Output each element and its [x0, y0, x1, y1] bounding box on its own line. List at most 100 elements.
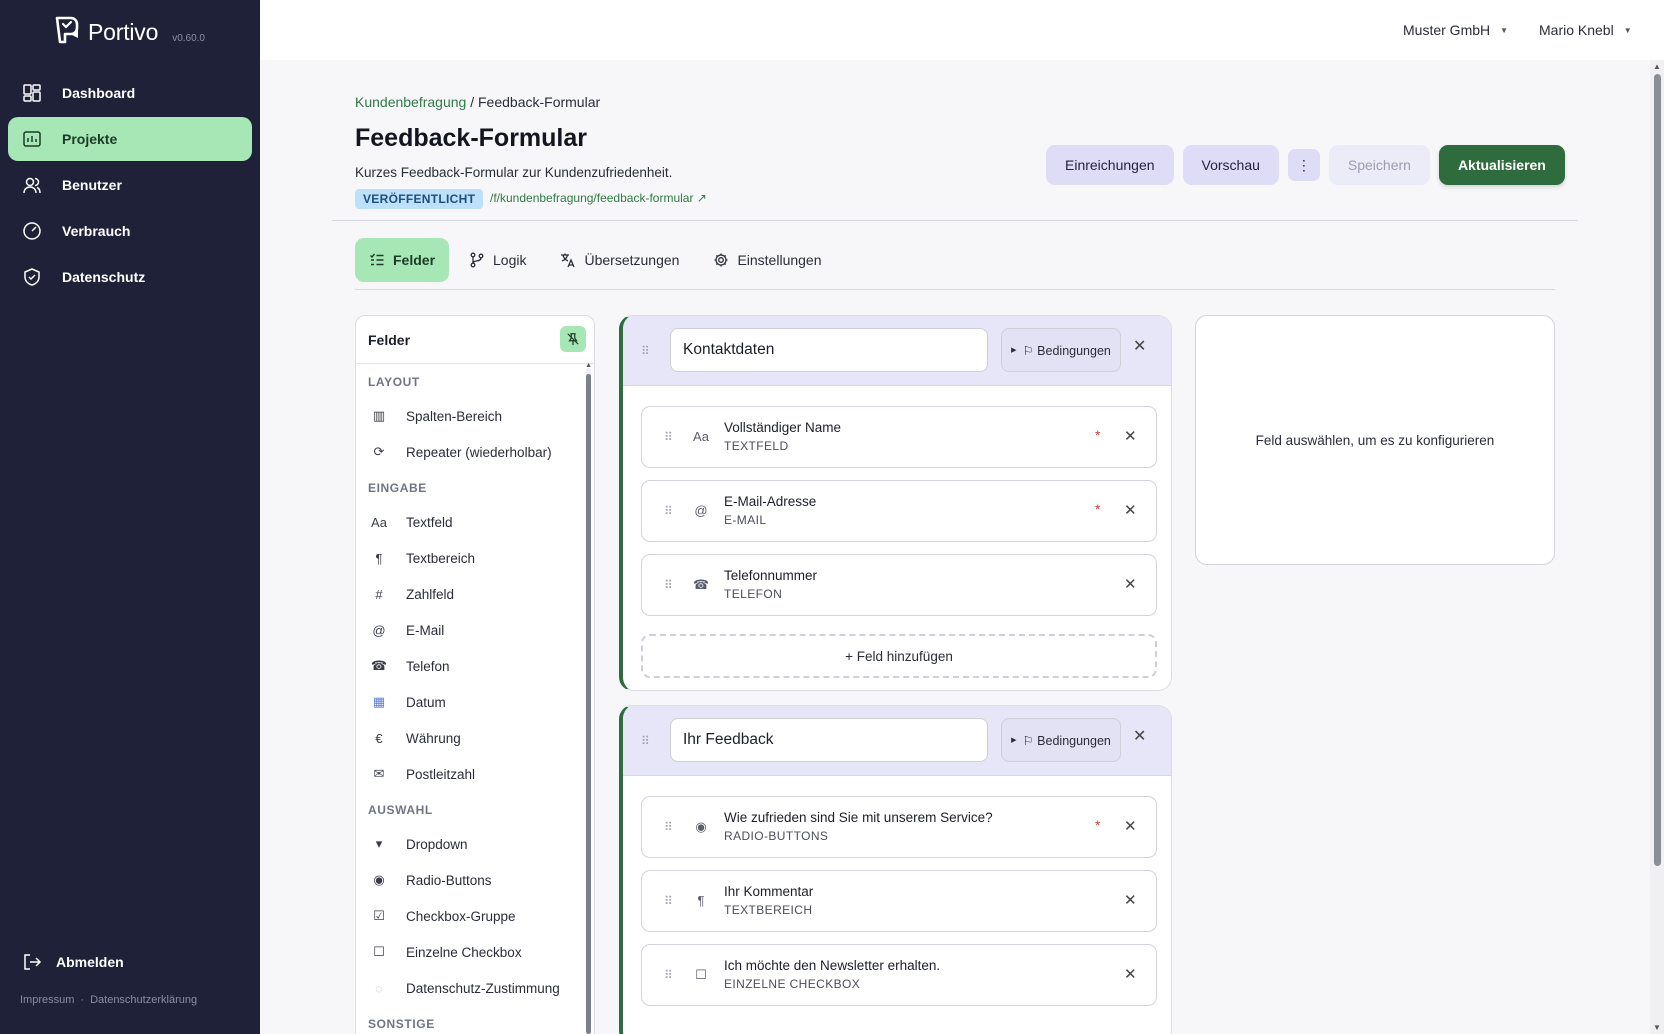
drag-handle-icon[interactable]: ⠿	[664, 895, 673, 907]
palette-header: Felder	[356, 316, 594, 364]
drag-handle-icon[interactable]: ⠿	[641, 345, 650, 357]
config-empty-text: Feld auswählen, um es zu konfigurieren	[1255, 432, 1495, 448]
field-card[interactable]: ⠿ ☎ Telefonnummer TELEFON ✕	[641, 554, 1157, 616]
scroll-down-icon[interactable]: ▼	[1653, 1023, 1661, 1032]
palette-item-postal[interactable]: ✉ Postleitzahl	[356, 756, 584, 792]
palette-group-layout: LAYOUT	[368, 375, 420, 389]
impressum-link[interactable]: Impressum	[20, 994, 74, 1006]
consent-icon: ◌	[375, 980, 383, 996]
palette-item-email[interactable]: @ E-Mail	[356, 612, 584, 648]
save-button[interactable]: Speichern	[1328, 145, 1430, 185]
organization-menu[interactable]: Muster GmbH ▼	[1403, 22, 1508, 38]
remove-section-icon[interactable]: ✕	[1133, 336, 1146, 356]
palette-scrollbar-thumb[interactable]	[586, 374, 591, 1034]
submissions-button[interactable]: Einreichungen	[1046, 145, 1174, 185]
required-marker: *	[1095, 501, 1101, 517]
tab-fields[interactable]: Felder	[355, 238, 450, 282]
tab-label: Übersetzungen	[584, 252, 680, 268]
palette-item-consent[interactable]: ◌ Datenschutz-Zustimmung	[356, 970, 584, 1006]
expand-icon: ▶	[1011, 737, 1017, 744]
checkbox-icon: ☐	[695, 967, 707, 982]
tab-logic[interactable]: Logik	[455, 238, 540, 282]
preview-button[interactable]: Vorschau	[1182, 145, 1279, 185]
main-content: Kundenbefragung / Feedback-Formular Feed…	[260, 60, 1650, 1034]
field-label: Ihr Kommentar	[724, 884, 814, 899]
sidebar-item-privacy[interactable]: Datenschutz	[8, 255, 252, 299]
drag-handle-icon[interactable]: ⠿	[664, 821, 673, 833]
drag-handle-icon[interactable]: ⠿	[664, 579, 673, 591]
palette-item-number[interactable]: # Zahlfeld	[356, 576, 584, 612]
field-config-panel: Feld auswählen, um es zu konfigurieren	[1195, 315, 1555, 565]
palette-item-label: Radio-Buttons	[406, 872, 492, 888]
palette-item-repeater[interactable]: ⟳ Repeater (wiederholbar)	[356, 434, 584, 470]
update-button[interactable]: Aktualisieren	[1438, 145, 1565, 185]
form-url-link[interactable]: /f/kundenbefragung/feedback-formular ↗	[490, 191, 707, 205]
breadcrumb-separator: /	[470, 94, 475, 110]
palette-item-label: E-Mail	[406, 622, 445, 638]
sidebar-item-usage[interactable]: Verbrauch	[8, 209, 252, 253]
required-marker: *	[1095, 427, 1101, 443]
checkbox-icon: ☐	[373, 944, 385, 959]
palette-scrollbar[interactable]	[586, 368, 591, 1034]
field-card[interactable]: ⠿ ¶ Ihr Kommentar TEXTBEREICH ✕	[641, 870, 1157, 932]
unpin-button[interactable]	[560, 326, 586, 352]
palette-item-textfield[interactable]: Aa Textfeld	[356, 504, 584, 540]
page-scrollbar-thumb[interactable]	[1654, 74, 1661, 866]
dashboard-icon	[22, 83, 42, 103]
remove-field-icon[interactable]: ✕	[1124, 891, 1137, 909]
palette-item-single-checkbox[interactable]: ☐ Einzelne Checkbox	[356, 934, 584, 970]
calendar-icon: ▦	[372, 694, 386, 709]
sidebar-item-projects[interactable]: Projekte	[8, 117, 252, 161]
portivo-logo-icon	[55, 16, 79, 44]
checkbox-group-icon: ☑	[373, 908, 385, 923]
tab-label: Logik	[493, 252, 527, 268]
unpin-icon	[567, 333, 579, 346]
remove-field-icon[interactable]: ✕	[1124, 817, 1137, 835]
postal-icon: ✉	[373, 766, 385, 781]
logout-button[interactable]: Abmelden	[22, 952, 124, 972]
field-card[interactable]: ⠿ @ E-Mail-Adresse E-MAIL * ✕	[641, 480, 1157, 542]
conditions-button[interactable]: ▶ ⚐ Bedingungen	[1001, 328, 1121, 372]
privacy-policy-link[interactable]: Datenschutzerklärung	[90, 994, 197, 1006]
drag-handle-icon[interactable]: ⠿	[664, 969, 673, 981]
field-card[interactable]: ⠿ ☐ Ich möchte den Newsletter erhalten. …	[641, 944, 1157, 1006]
brand[interactable]: Portivo v0.60.0	[52, 14, 205, 46]
remove-field-icon[interactable]: ✕	[1124, 965, 1137, 983]
breadcrumb-parent-link[interactable]: Kundenbefragung	[355, 94, 466, 110]
drag-handle-icon[interactable]: ⠿	[664, 431, 673, 443]
organization-name: Muster GmbH	[1403, 22, 1491, 38]
sidebar-item-users[interactable]: Benutzer	[8, 163, 252, 207]
more-options-button[interactable]: ⋮	[1287, 149, 1320, 181]
page-scrollbar[interactable]: ▲ ▼	[1650, 60, 1664, 1034]
field-card[interactable]: ⠿ ◉ Wie zufrieden sind Sie mit unserem S…	[641, 796, 1157, 858]
remove-section-icon[interactable]: ✕	[1133, 726, 1146, 746]
conditions-button[interactable]: ▶ ⚐ Bedingungen	[1001, 718, 1121, 762]
drag-handle-icon[interactable]: ⠿	[641, 735, 650, 747]
scroll-up-icon[interactable]: ▲	[1653, 62, 1661, 71]
remove-field-icon[interactable]: ✕	[1124, 501, 1137, 519]
remove-field-icon[interactable]: ✕	[1124, 427, 1137, 445]
field-card[interactable]: ⠿ Aa Vollständiger Name TEXTFELD * ✕	[641, 406, 1157, 468]
remove-field-icon[interactable]: ✕	[1124, 575, 1137, 593]
palette-item-columns[interactable]: ▥ Spalten-Bereich	[356, 398, 584, 434]
dropdown-icon: ▾	[375, 836, 383, 851]
user-menu[interactable]: Mario Knebl ▼	[1539, 22, 1632, 38]
tab-label: Felder	[393, 252, 436, 268]
sidebar-item-dashboard[interactable]: Dashboard	[8, 71, 252, 115]
palette-item-date[interactable]: ▦ Datum	[356, 684, 584, 720]
tab-translations[interactable]: Übersetzungen	[546, 238, 693, 282]
tab-settings[interactable]: Einstellungen	[699, 238, 835, 282]
palette-item-textarea[interactable]: ¶ Textbereich	[356, 540, 584, 576]
section-title-input[interactable]	[670, 718, 988, 762]
section-title-input[interactable]	[670, 328, 988, 372]
drag-handle-icon[interactable]: ⠿	[664, 505, 673, 517]
palette-item-dropdown[interactable]: ▾ Dropdown	[356, 826, 584, 862]
palette-item-currency[interactable]: € Währung	[356, 720, 584, 756]
palette-item-phone[interactable]: ☎ Telefon	[356, 648, 584, 684]
palette-item-label: Währung	[406, 730, 461, 746]
radio-icon: ◉	[695, 819, 707, 834]
palette-item-radio[interactable]: ◉ Radio-Buttons	[356, 862, 584, 898]
palette-item-checkbox-group[interactable]: ☑ Checkbox-Gruppe	[356, 898, 584, 934]
field-label: Ich möchte den Newsletter erhalten.	[724, 958, 941, 973]
add-field-button[interactable]: + Feld hinzufügen	[641, 634, 1157, 678]
